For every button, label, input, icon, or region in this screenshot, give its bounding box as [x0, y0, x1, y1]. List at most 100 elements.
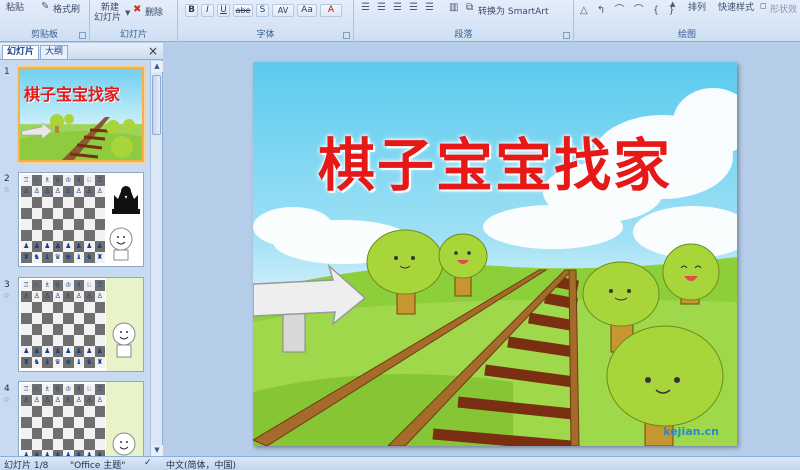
- board-square: [94, 406, 105, 417]
- board-square: [31, 219, 42, 230]
- strikethrough-button[interactable]: abe: [233, 4, 253, 17]
- board-square: [73, 324, 84, 335]
- board-square: [21, 313, 32, 324]
- thumb-side-panel: [106, 278, 143, 371]
- clipboard-launcher-icon[interactable]: [79, 32, 86, 39]
- thumbnail-scrollbar[interactable]: ▲ ▼: [150, 61, 163, 456]
- smartart-icon: ⧉: [466, 2, 474, 13]
- board-square: [42, 302, 53, 313]
- tab-slides[interactable]: 幻灯片: [2, 45, 40, 59]
- board-square: ♗: [42, 175, 53, 186]
- paragraph-group-title: 段落: [454, 30, 473, 40]
- chessboard-preview: ♖♘♗♕♔♗♘♖♙♙♙♙♙♙♙♙♟♟♟♟♟♟♟♟♜♞♝♛♚♝♞♜: [21, 280, 105, 368]
- board-square: ♙: [21, 291, 32, 302]
- board-square: [42, 313, 53, 324]
- change-case-button[interactable]: Aa: [297, 4, 317, 17]
- board-square: ♝: [42, 252, 53, 263]
- delete-slide-button[interactable]: 删除: [145, 5, 163, 18]
- board-square: [63, 428, 74, 439]
- board-square: ♝: [42, 357, 53, 368]
- board-square: ♙: [73, 186, 84, 197]
- thumbnail-list: 1 棋子宝宝找家 2 ☆ ♖ ♘ ♗ ♕ ♔ ♗ ♘ ♖ ♙ ♙ ♙ ♙ ♙ ♙ ♙ ♙ ♟ ♟ ♟ ♟ ♟ ♟ ♟ ♟ ♜ ♞ ♝…: [0, 61, 151, 456]
- align-right-icon[interactable]: ☰: [393, 2, 402, 13]
- board-square: [42, 417, 53, 428]
- board-square: [94, 313, 105, 324]
- char-spacing-button[interactable]: AV: [272, 4, 294, 17]
- board-square: ♟: [31, 346, 42, 357]
- delete-icon: ✖: [133, 4, 142, 15]
- board-square: [73, 335, 84, 346]
- shape-effects-button[interactable]: 形状效: [770, 2, 797, 15]
- justify-icon[interactable]: ☰: [409, 2, 418, 13]
- chessboard-preview: ♖♘♗♕♔♗♘♖♙♙♙♙♙♙♙♙♟♟♟♟♟♟♟♟♜♞♝♛♚♝♞♜: [21, 384, 105, 456]
- scroll-up-icon[interactable]: ▲: [151, 61, 163, 72]
- watermark: kejian.cn: [663, 425, 719, 438]
- slide-thumbnail-1[interactable]: 棋子宝宝找家: [18, 67, 144, 162]
- board-square: ♟: [63, 346, 74, 357]
- board-square: ♙: [52, 395, 63, 406]
- slide-thumbnail-4[interactable]: ♖♘♗♕♔♗♘♖♙♙♙♙♙♙♙♙♟♟♟♟♟♟♟♟♜♞♝♛♚♝♞♜: [18, 381, 144, 456]
- board-square: [52, 302, 63, 313]
- slide-thumbnail-3[interactable]: ♖ ♘ ♗ ♕ ♔ ♗ ♘ ♖ ♙ ♙ ♙ ♙ ♙ ♙ ♙ ♙ ♟ ♟ ♟ ♟ ♟ ♟ ♟ ♟ ♜ ♞ ♝ ♛ ♚ ♝ ♞ ♜: [18, 277, 144, 372]
- board-square: ♟: [52, 346, 63, 357]
- shadow-button[interactable]: S: [256, 4, 269, 17]
- quick-styles-button[interactable]: 快速样式: [718, 0, 754, 13]
- board-square: ♔: [63, 175, 74, 186]
- board-square: [94, 197, 105, 208]
- distributed-icon[interactable]: ☰: [425, 2, 434, 13]
- board-square: ♞: [31, 252, 42, 263]
- columns-icon[interactable]: ▥: [449, 2, 458, 13]
- board-square: ♗: [42, 384, 53, 395]
- board-square: [84, 439, 95, 450]
- board-square: ♞: [84, 357, 95, 368]
- slide-thumbnail-2[interactable]: ♖ ♘ ♗ ♕ ♔ ♗ ♘ ♖ ♙ ♙ ♙ ♙ ♙ ♙ ♙ ♙ ♟ ♟ ♟ ♟ ♟ ♟ ♟ ♟ ♜ ♞ ♝ ♛ ♚ ♝ ♞ ♜: [18, 172, 144, 267]
- board-square: ♟: [63, 241, 74, 252]
- font-launcher-icon[interactable]: [343, 32, 350, 39]
- align-center-icon[interactable]: ☰: [377, 2, 386, 13]
- drawing-group-title: 绘图: [677, 30, 696, 40]
- board-square: [84, 406, 95, 417]
- align-left-icon[interactable]: ☰: [361, 2, 370, 13]
- piece-character-preview: [112, 432, 136, 456]
- board-square: [21, 197, 32, 208]
- format-painter-button[interactable]: 格式刷: [53, 2, 80, 15]
- board-square: ♜: [94, 357, 105, 368]
- board-square: ♘: [31, 384, 42, 395]
- tab-outline[interactable]: 大纲: [40, 45, 69, 59]
- board-square: [21, 439, 32, 450]
- convert-smartart-button[interactable]: 转换为 SmartArt: [478, 4, 548, 17]
- paste-button[interactable]: 粘贴: [6, 0, 24, 13]
- italic-button[interactable]: I: [201, 4, 214, 17]
- board-square: ♙: [73, 291, 84, 302]
- piece-character-preview: [112, 322, 136, 358]
- board-square: ♗: [42, 280, 53, 291]
- scrollbar-thumb[interactable]: [152, 75, 161, 135]
- new-slide-dropdown-icon[interactable]: ▼: [125, 9, 130, 17]
- new-slide-button-label[interactable]: 幻灯片: [94, 10, 121, 23]
- arrange-button[interactable]: 排列: [688, 0, 706, 13]
- board-square: [31, 230, 42, 241]
- font-color-button[interactable]: A: [320, 4, 342, 17]
- slide-title[interactable]: 棋子宝宝找家: [253, 120, 737, 202]
- current-slide[interactable]: 棋子宝宝找家 kejian.cn: [253, 62, 737, 446]
- slide-counter: 幻灯片 1/8: [4, 461, 49, 470]
- close-icon[interactable]: ×: [148, 44, 158, 58]
- board-square: ♙: [52, 291, 63, 302]
- board-square: ♟: [31, 241, 42, 252]
- board-square: ♙: [73, 395, 84, 406]
- board-square: [84, 302, 95, 313]
- board-square: ♙: [21, 186, 32, 197]
- shapes-gallery-icon[interactable]: △ ↰ ⌒ ⌒ { }: [580, 1, 678, 16]
- scroll-down-icon[interactable]: ▼: [151, 445, 163, 456]
- board-square: [63, 197, 74, 208]
- gallery-scroll-icon[interactable]: ▲: [670, 0, 675, 8]
- spellcheck-icon[interactable]: ✓: [144, 458, 152, 468]
- board-square: [31, 417, 42, 428]
- bold-button[interactable]: B: [185, 4, 198, 17]
- paragraph-launcher-icon[interactable]: [563, 32, 570, 39]
- board-square: ♙: [42, 395, 53, 406]
- board-square: [63, 417, 74, 428]
- board-square: [73, 302, 84, 313]
- language-indicator[interactable]: 中文(简体，中国): [166, 458, 236, 470]
- underline-button[interactable]: U: [217, 4, 230, 17]
